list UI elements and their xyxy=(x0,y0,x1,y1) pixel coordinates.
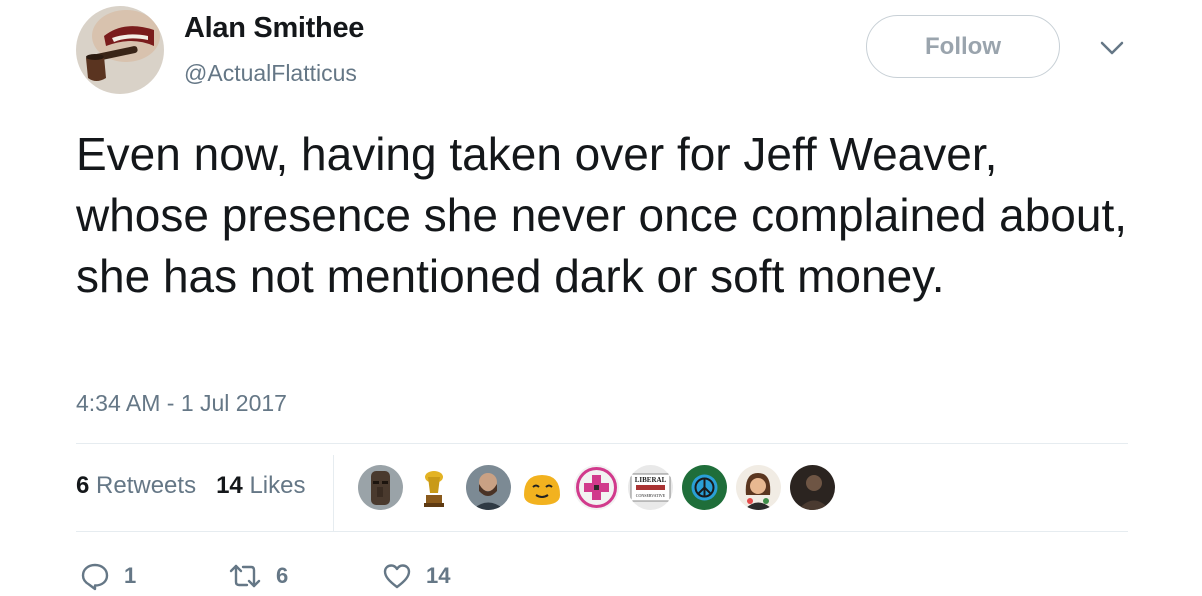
moai-statue-avatar[interactable] xyxy=(358,465,403,510)
chevron-down-icon[interactable] xyxy=(1098,38,1126,58)
follow-button[interactable]: Follow xyxy=(866,15,1060,78)
retweet-icon xyxy=(229,564,261,588)
divider xyxy=(76,531,1128,532)
pink-cross-avatar[interactable] xyxy=(574,465,619,510)
like-count: 14 xyxy=(426,563,451,588)
retweets-label: Retweets xyxy=(96,472,197,499)
tweet-text: Even now, having taken over for Jeff Wea… xyxy=(76,128,1128,302)
user-avatar[interactable] xyxy=(76,6,164,94)
sign-top-text: LIBERAL xyxy=(635,476,667,484)
illustrated-woman-avatar[interactable] xyxy=(736,465,781,510)
likes-count: 14 xyxy=(216,472,243,499)
tweet-stats: 6 Retweets 14 Likes xyxy=(76,472,305,500)
likes-label: Likes xyxy=(249,472,306,499)
divider xyxy=(76,443,1128,444)
display-name[interactable]: Alan Smithee xyxy=(184,12,364,45)
stats-separator xyxy=(333,455,334,531)
reply-button[interactable]: 1 xyxy=(80,558,136,594)
cartoon-face-avatar[interactable] xyxy=(520,465,565,510)
retweets-stat[interactable]: 6 Retweets xyxy=(76,472,196,499)
liberal-conservative-sign-avatar[interactable]: LIBERAL CONSERVATIVE xyxy=(628,465,673,510)
sign-bottom-text: CONSERVATIVE xyxy=(636,493,666,498)
bearded-man-avatar[interactable] xyxy=(466,465,511,510)
tweet-timestamp[interactable]: 4:34 AM - 1 Jul 2017 xyxy=(76,390,287,417)
dark-photo-avatar[interactable] xyxy=(790,465,835,510)
like-button[interactable]: 14 xyxy=(382,558,450,594)
user-handle[interactable]: @ActualFlatticus xyxy=(184,60,357,87)
retweet-count: 6 xyxy=(276,563,289,588)
reply-icon xyxy=(81,563,109,591)
retweet-button[interactable]: 6 xyxy=(228,558,288,594)
heart-icon xyxy=(383,564,411,589)
pipe-smoker-icon xyxy=(76,6,164,94)
likes-stat[interactable]: 14 Likes xyxy=(216,472,305,499)
golden-trophy-avatar[interactable] xyxy=(412,465,457,510)
retweets-count: 6 xyxy=(76,472,90,499)
peace-sign-avatar[interactable] xyxy=(682,465,727,510)
reply-count: 1 xyxy=(124,563,137,588)
